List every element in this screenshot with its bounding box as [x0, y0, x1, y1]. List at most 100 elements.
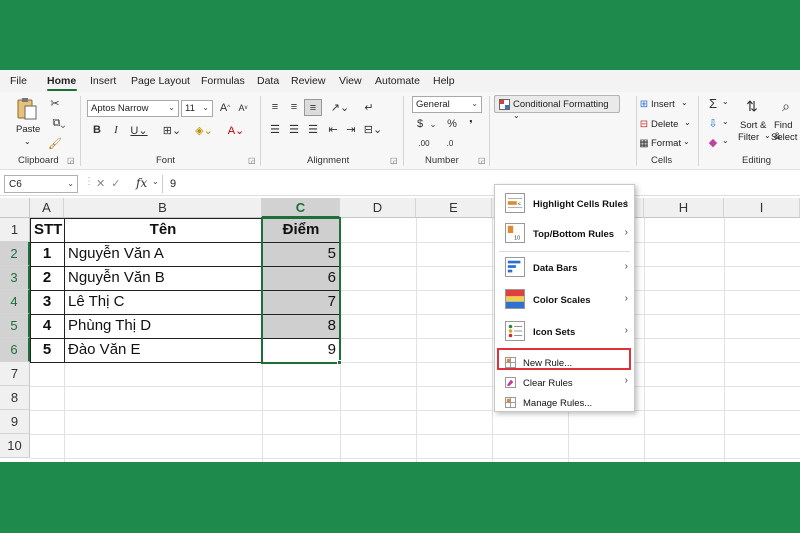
row-header-10[interactable]: 10: [0, 434, 30, 458]
cell-a4[interactable]: 3: [30, 290, 64, 314]
chevron-down-icon[interactable]: ⌄: [722, 97, 729, 106]
orientation-icon[interactable]: ↗⌄: [328, 100, 352, 114]
align-left-icon[interactable]: ☰: [268, 122, 282, 136]
tab-review[interactable]: Review: [291, 75, 325, 87]
row-header-3[interactable]: 3: [0, 266, 30, 290]
menu-item-icon-sets[interactable]: Icon Sets ›: [495, 319, 634, 347]
alignment-launcher-icon[interactable]: ◲: [390, 156, 398, 165]
filter-label[interactable]: Filter: [738, 132, 759, 143]
column-header-a[interactable]: A: [30, 198, 64, 218]
font-size-combo[interactable]: 11 ⌄: [181, 100, 213, 117]
cell-b5[interactable]: Phùng Thị D: [64, 314, 262, 338]
fill-handle[interactable]: [337, 360, 342, 365]
row-header-1[interactable]: 1: [0, 218, 30, 242]
font-color-icon[interactable]: A⌄: [224, 122, 248, 138]
delete-cells-button[interactable]: Delete: [651, 119, 678, 130]
cut-icon[interactable]: ✂: [48, 96, 62, 110]
format-cells-button[interactable]: Format: [651, 138, 681, 149]
chevron-down-icon[interactable]: ⌄: [428, 117, 438, 131]
wrap-text-icon[interactable]: ↵: [362, 100, 376, 114]
column-header-h[interactable]: H: [644, 198, 724, 218]
find-select-icon[interactable]: ⌕: [776, 96, 796, 116]
sort-label[interactable]: Sort &: [740, 120, 766, 131]
menu-item-clear-rules[interactable]: Clear Rules ›: [495, 373, 634, 393]
formula-input[interactable]: 9: [170, 178, 176, 190]
align-right-icon[interactable]: ☰: [306, 122, 320, 136]
paste-chevron-icon[interactable]: ⌄: [24, 137, 31, 146]
fill-color-icon[interactable]: ◈⌄: [192, 122, 216, 138]
tab-home[interactable]: Home: [47, 75, 76, 87]
autosum-icon[interactable]: Σ: [706, 96, 720, 111]
select-label[interactable]: Select: [771, 132, 797, 143]
decrease-indent-icon[interactable]: ⇤: [326, 122, 340, 136]
align-center-icon[interactable]: ☰: [287, 122, 301, 136]
cell-a3[interactable]: 2: [30, 266, 64, 290]
delete-cells-icon[interactable]: ⊟: [638, 118, 650, 130]
conditional-formatting-button[interactable]: Conditional Formatting ⌄: [494, 95, 620, 120]
italic-icon[interactable]: I: [109, 122, 123, 138]
menu-item-color-scales[interactable]: Color Scales ›: [495, 287, 634, 315]
tab-formulas[interactable]: Formulas: [201, 75, 245, 87]
row-header-5[interactable]: 5: [0, 314, 30, 338]
cell-b4[interactable]: Lê Thị C: [64, 290, 262, 314]
cell-b1[interactable]: Tên: [64, 218, 262, 242]
cell-b3[interactable]: Nguyễn Văn B: [64, 266, 262, 290]
clipboard-launcher-icon[interactable]: ◲: [67, 156, 75, 165]
insert-cells-button[interactable]: Insert: [651, 99, 675, 110]
borders-icon[interactable]: ⊞⌄: [160, 122, 184, 138]
align-bottom-icon[interactable]: ≡: [304, 99, 322, 116]
column-header-e[interactable]: E: [416, 198, 492, 218]
row-header-2[interactable]: 2: [0, 242, 30, 266]
column-header-i[interactable]: I: [724, 198, 800, 218]
comma-style-icon[interactable]: ❜: [464, 117, 478, 131]
chevron-down-icon[interactable]: ⌄: [681, 98, 688, 107]
column-header-b[interactable]: B: [64, 198, 262, 218]
align-middle-icon[interactable]: ≡: [287, 100, 301, 114]
currency-icon[interactable]: $: [414, 117, 426, 131]
decrease-font-icon[interactable]: Av: [236, 100, 250, 116]
menu-item-highlight-cells-rules[interactable]: < Highlight Cells Rules ›: [495, 191, 634, 219]
name-box[interactable]: C6 ⌄: [4, 175, 78, 193]
font-launcher-icon[interactable]: ◲: [248, 156, 256, 165]
column-header-c[interactable]: C: [262, 198, 340, 218]
insert-function-button[interactable]: fx: [136, 176, 147, 190]
cell-a5[interactable]: 4: [30, 314, 64, 338]
underline-icon[interactable]: U⌄: [128, 122, 150, 138]
cell-a2[interactable]: 1: [30, 242, 64, 266]
tab-file[interactable]: File: [10, 75, 27, 87]
copy-icon[interactable]: ⧉⌄: [48, 116, 70, 130]
insert-cells-icon[interactable]: ⊞: [638, 98, 650, 110]
increase-indent-icon[interactable]: ⇥: [344, 122, 358, 136]
fill-icon[interactable]: ⇩: [706, 116, 720, 130]
align-top-icon[interactable]: ≡: [268, 100, 282, 114]
tab-page-layout[interactable]: Page Layout: [131, 75, 190, 87]
clear-icon[interactable]: ◆: [706, 135, 720, 149]
formula-cancel-enter-icons[interactable]: ✕✓: [96, 177, 126, 190]
tab-view[interactable]: View: [339, 75, 362, 87]
number-launcher-icon[interactable]: ◲: [478, 156, 486, 165]
row-header-4[interactable]: 4: [0, 290, 30, 314]
menu-item-manage-rules[interactable]: Manage Rules...: [495, 393, 634, 413]
cell-b6[interactable]: Đào Văn E: [64, 338, 262, 362]
increase-decimal-icon[interactable]: .00: [414, 136, 434, 150]
chevron-down-icon[interactable]: ⌄: [764, 131, 771, 140]
cell-b2[interactable]: Nguyễn Văn A: [64, 242, 262, 266]
format-painter-icon[interactable]: 🖌: [48, 136, 62, 150]
chevron-down-icon[interactable]: ⌄: [683, 137, 690, 146]
column-header-d[interactable]: D: [340, 198, 416, 218]
row-header-6[interactable]: 6: [0, 338, 30, 362]
tab-help[interactable]: Help: [433, 75, 455, 87]
tab-insert[interactable]: Insert: [90, 75, 116, 87]
row-header-7[interactable]: 7: [0, 362, 30, 386]
font-name-combo[interactable]: Aptos Narrow ⌄: [87, 100, 179, 117]
tab-automate[interactable]: Automate: [375, 75, 420, 87]
bold-icon[interactable]: B: [90, 122, 104, 138]
cell-a1[interactable]: STT: [30, 218, 64, 242]
merge-center-icon[interactable]: ⊟⌄: [362, 122, 384, 136]
cell-a6[interactable]: 5: [30, 338, 64, 362]
select-all-corner[interactable]: [0, 198, 30, 218]
paste-button[interactable]: [14, 96, 40, 122]
row-header-9[interactable]: 9: [0, 410, 30, 434]
menu-item-data-bars[interactable]: Data Bars ›: [495, 255, 634, 283]
chevron-down-icon[interactable]: ⌄: [684, 118, 691, 127]
